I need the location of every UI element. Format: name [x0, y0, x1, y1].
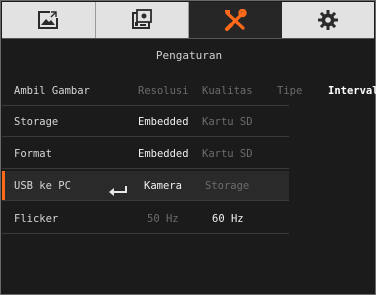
- option-storage[interactable]: Storage: [205, 171, 249, 201]
- setting-row-format[interactable]: Format Embedded Kartu SD: [2, 139, 289, 169]
- option-kamera[interactable]: Kamera: [144, 171, 182, 201]
- row-label: Flicker: [14, 213, 59, 225]
- option-tipe[interactable]: Tipe: [277, 76, 302, 106]
- tools-icon: [223, 9, 247, 31]
- tab-settings[interactable]: [281, 2, 374, 38]
- image-gallery-icon: [37, 10, 59, 30]
- row-label: USB ke PC: [14, 180, 71, 192]
- option-embedded[interactable]: Embedded: [138, 107, 189, 137]
- row-label: Storage: [14, 116, 59, 128]
- option-interval[interactable]: Interval: [328, 76, 376, 106]
- option-kartu-sd[interactable]: Kartu SD: [202, 139, 253, 169]
- tab-tools[interactable]: [189, 2, 282, 38]
- setting-row-flicker[interactable]: Flicker 50 Hz 60 Hz: [2, 204, 289, 234]
- row-label: Ambil Gambar: [14, 85, 90, 97]
- tab-capture[interactable]: [95, 2, 189, 38]
- option-50hz[interactable]: 50 Hz: [147, 204, 179, 234]
- option-60hz[interactable]: 60 Hz: [212, 204, 244, 234]
- option-embedded[interactable]: Embedded: [138, 139, 189, 169]
- option-resolusi[interactable]: Resolusi: [138, 76, 189, 106]
- settings-screen: Pengaturan Ambil Gambar Resolusi Kualita…: [0, 0, 376, 295]
- gear-icon: [317, 9, 339, 31]
- row-label: Format: [14, 148, 52, 160]
- camera-capture-icon: [131, 9, 153, 31]
- option-kualitas[interactable]: Kualitas: [202, 76, 253, 106]
- setting-row-storage[interactable]: Storage Embedded Kartu SD: [2, 107, 289, 137]
- page-title: Pengaturan: [155, 49, 223, 62]
- tab-gallery[interactable]: [2, 2, 96, 38]
- selection-indicator: [2, 171, 5, 200]
- setting-row-capture[interactable]: Ambil Gambar Resolusi Kualitas Tipe: [2, 76, 302, 106]
- setting-row-usb[interactable]: USB ke PC Kamera Storage: [2, 171, 289, 201]
- option-kartu-sd[interactable]: Kartu SD: [202, 107, 253, 137]
- top-tab-bar: [2, 2, 374, 38]
- header-divider: [2, 38, 374, 39]
- enter-icon: [108, 181, 128, 200]
